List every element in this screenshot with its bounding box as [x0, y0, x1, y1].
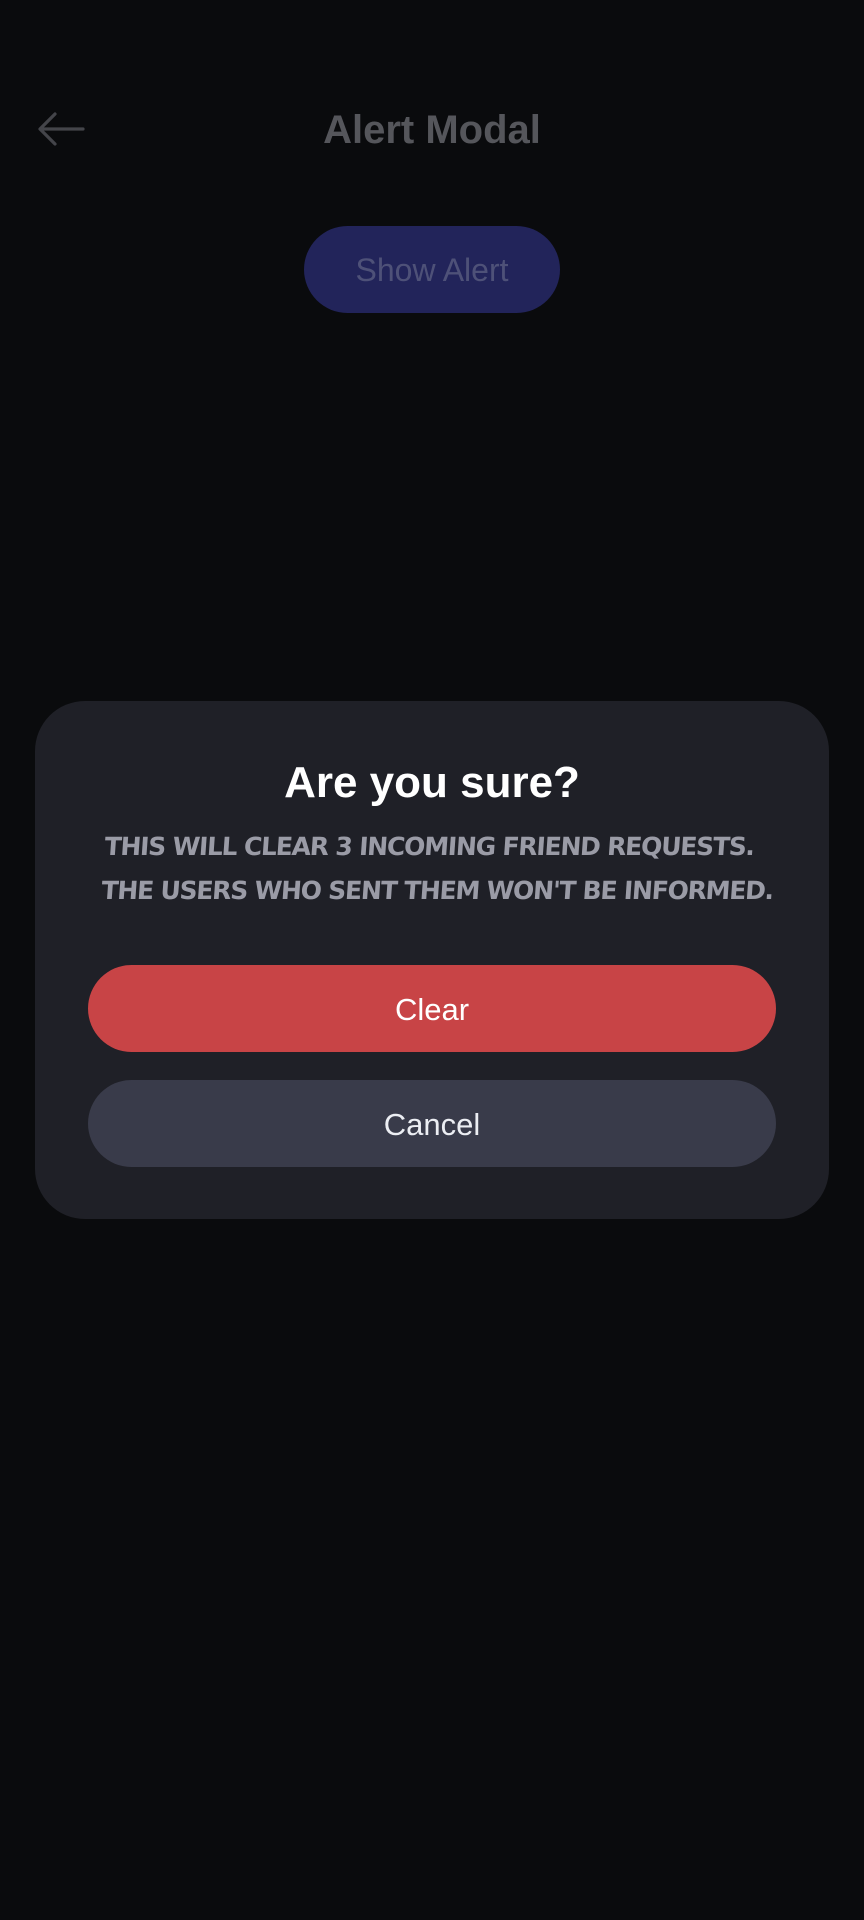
- modal-title: Are you sure?: [284, 758, 580, 807]
- alert-modal: Are you sure? This will clear 3 incoming…: [35, 701, 829, 1219]
- clear-button[interactable]: Clear: [88, 965, 776, 1052]
- cancel-button[interactable]: Cancel: [88, 1080, 776, 1167]
- modal-message: This will clear 3 incoming friend reques…: [100, 825, 796, 913]
- page-title: Alert Modal: [323, 108, 541, 152]
- modal-message-line-2: The users who sent them won't be informe…: [100, 876, 775, 905]
- header: Alert Modal: [0, 90, 864, 170]
- screen: Alert Modal Show Alert Are you sure? Thi…: [0, 0, 864, 1920]
- modal-message-line-1: This will clear 3 incoming friend reques…: [103, 832, 755, 861]
- show-alert-button[interactable]: Show Alert: [304, 226, 560, 313]
